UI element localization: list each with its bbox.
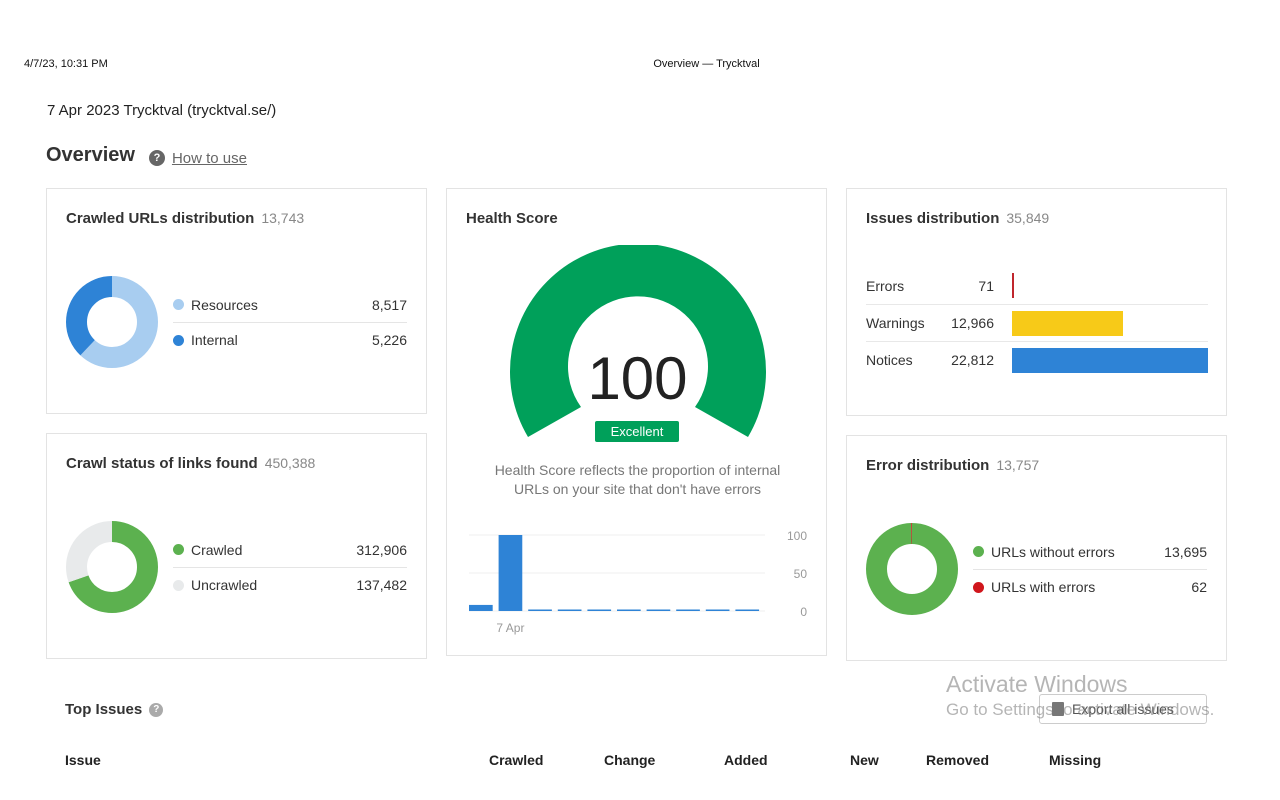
column-header-crawled[interactable]: Crawled xyxy=(489,752,543,768)
legend-value: 8,517 xyxy=(371,296,407,313)
x-tick-label: 7 Apr xyxy=(496,621,524,635)
history-bar xyxy=(557,609,582,611)
legend-value: 312,906 xyxy=(356,541,407,558)
card-title: Crawled URLs distribution 13,743 xyxy=(66,210,305,227)
card-title: Crawl status of links found 450,388 xyxy=(66,455,316,472)
project-date-site: 7 Apr 2023 Trycktval (trycktval.se/) xyxy=(47,102,277,119)
legend-item-crawled[interactable]: Crawled 312,906 xyxy=(173,532,407,567)
crawled-urls-card: Crawled URLs distribution 13,743 Resource… xyxy=(46,188,427,414)
history-bar xyxy=(735,609,760,611)
health-badge: Excellent xyxy=(595,421,679,442)
y-tick-label: 100 xyxy=(787,529,807,543)
health-score-card: Health Score 100 Excellent Health Score … xyxy=(446,188,827,656)
issue-row-notices[interactable]: Notices 22,812 xyxy=(866,341,1208,378)
overview-header: Overview ? How to use xyxy=(46,144,247,167)
card-count: 450,388 xyxy=(264,455,316,471)
health-history-chart: 100 50 0 7 Apr xyxy=(469,529,808,635)
history-bar xyxy=(617,609,641,611)
issue-count: 71 xyxy=(978,277,994,294)
page-title: Overview xyxy=(46,144,135,166)
card-count: 13,757 xyxy=(996,457,1040,473)
help-icon[interactable]: ? xyxy=(149,702,164,717)
export-all-issues-button[interactable]: Export all issues xyxy=(1039,694,1207,724)
issue-bar-errors xyxy=(1012,273,1014,298)
how-to-use-link[interactable]: How to use xyxy=(172,150,247,167)
history-bar xyxy=(469,604,493,611)
card-count: 35,849 xyxy=(1006,210,1050,226)
card-title: Issues distribution 35,849 xyxy=(866,210,1050,227)
error-distribution-card: Error distribution 13,757 URLs without er… xyxy=(846,435,1227,661)
legend-dot xyxy=(973,546,984,557)
column-header-added[interactable]: Added xyxy=(724,752,768,768)
legend-dot xyxy=(173,579,184,591)
legend-dot xyxy=(173,299,184,310)
health-description: Health Score reflects the proportion of … xyxy=(494,462,781,497)
help-icon[interactable]: ? xyxy=(148,149,165,166)
issue-count: 22,812 xyxy=(951,352,994,368)
issue-count: 12,966 xyxy=(951,315,994,331)
history-bar xyxy=(498,535,523,611)
legend-value: 13,695 xyxy=(1164,543,1207,560)
legend-dot xyxy=(173,544,184,555)
card-count: 13,743 xyxy=(261,210,305,226)
health-score-value: 100 xyxy=(587,345,688,412)
issue-row-errors[interactable]: Errors 71 xyxy=(866,267,1208,304)
issue-row-warnings[interactable]: Warnings 12,966 xyxy=(866,304,1208,341)
card-title: Health Score xyxy=(466,210,558,227)
error-distribution-slice-0 xyxy=(866,523,958,615)
y-tick-label: 50 xyxy=(794,567,808,581)
history-bar xyxy=(646,609,671,611)
issues-distribution-card: Issues distribution 35,849 Errors 71 Warn… xyxy=(846,188,1227,416)
column-header-removed[interactable]: Removed xyxy=(926,752,989,768)
crawled-urls-donut xyxy=(66,276,158,368)
history-bar xyxy=(705,609,730,611)
legend-value: 137,482 xyxy=(356,577,407,593)
history-bar xyxy=(587,609,612,611)
crawl-status-donut xyxy=(66,521,158,613)
legend-value: 62 xyxy=(1191,579,1207,595)
crawl-status-card: Crawl status of links found 450,388 Crawl… xyxy=(46,433,427,659)
crawl-status-legend: Crawled 312,906 Uncrawled 137,482 xyxy=(173,532,407,602)
error-distribution-legend: URLs without errors 13,695 URLs with err… xyxy=(973,534,1207,604)
legend-dot xyxy=(173,334,184,346)
column-header-missing[interactable]: Missing xyxy=(1049,752,1101,768)
issue-bar-notices xyxy=(1012,347,1208,373)
legend-item-internal[interactable]: Internal 5,226 xyxy=(173,322,407,357)
legend-dot xyxy=(973,581,984,593)
column-header-issue[interactable]: Issue xyxy=(65,752,101,768)
crawled-urls-legend: Resources 8,517 Internal 5,226 xyxy=(173,287,407,357)
history-bar xyxy=(528,609,552,611)
card-title: Error distribution 13,757 xyxy=(866,457,1040,474)
legend-value: 5,226 xyxy=(371,332,407,348)
legend-item-urls-without-errors[interactable]: URLs without errors 13,695 xyxy=(973,534,1207,569)
column-header-new[interactable]: New xyxy=(850,752,879,768)
error-distribution-donut xyxy=(866,523,958,615)
history-bar xyxy=(676,609,700,611)
y-tick-label: 0 xyxy=(800,605,807,619)
print-title: Overview — Trycktval xyxy=(653,58,760,70)
document-icon xyxy=(1052,702,1064,716)
legend-item-urls-with-errors[interactable]: URLs with errors 62 xyxy=(973,569,1207,604)
column-header-change[interactable]: Change xyxy=(604,752,655,768)
legend-item-resources[interactable]: Resources 8,517 xyxy=(173,287,407,322)
top-issues-title: Top Issues ? xyxy=(65,701,164,718)
legend-item-uncrawled[interactable]: Uncrawled 137,482 xyxy=(173,567,407,602)
issue-bar-warnings xyxy=(1012,310,1124,336)
